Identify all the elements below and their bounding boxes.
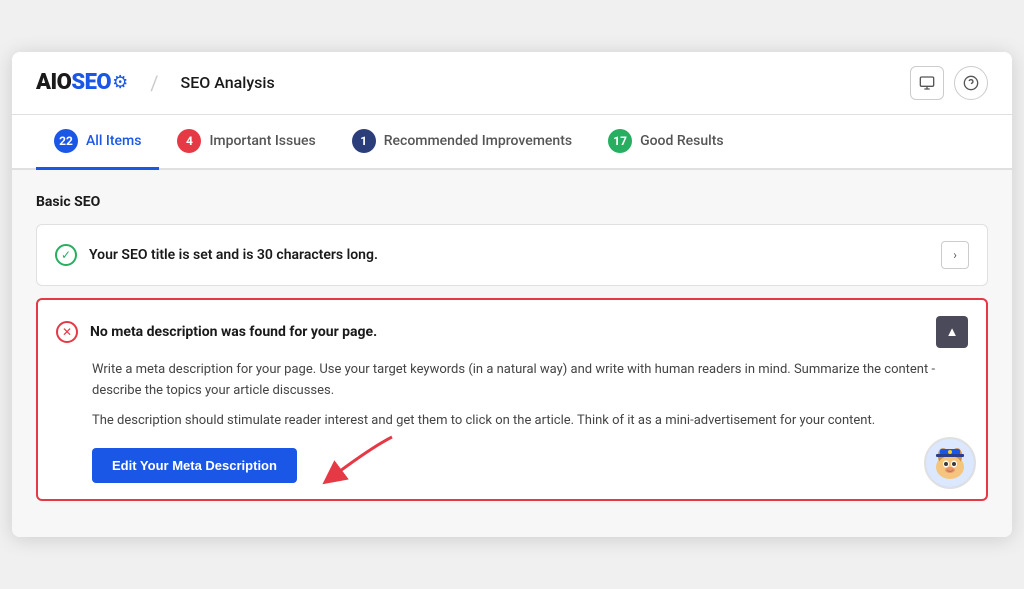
tab-good-results-badge: 17 <box>608 129 632 153</box>
tab-important-issues-badge: 4 <box>177 129 201 153</box>
edit-button-container: Edit Your Meta Description <box>92 442 297 483</box>
meta-desc-card-title-row: ✕ No meta description was found for your… <box>56 321 377 343</box>
meta-desc-card-body: Write a meta description for your page. … <box>56 360 968 483</box>
tab-all-items-label: All Items <box>86 133 141 149</box>
header-right <box>910 66 988 100</box>
tab-all-items-badge: 22 <box>54 129 78 153</box>
seo-title-text: Your SEO title is set and is 30 characte… <box>89 247 378 263</box>
meta-desc-title-text: No meta description was found for your p… <box>90 324 377 340</box>
logo-aio-text: AIO <box>36 70 71 95</box>
tab-important-issues[interactable]: 4 Important Issues <box>159 115 333 170</box>
logo: AIO SEO ⚙ <box>36 70 128 95</box>
meta-desc-collapse-button[interactable]: ▲ <box>936 316 968 348</box>
seo-title-card-left: ✓ Your SEO title is set and is 30 charac… <box>55 244 378 266</box>
meta-desc-card: ✕ No meta description was found for your… <box>36 298 988 501</box>
seo-title-card: ✓ Your SEO title is set and is 30 charac… <box>36 224 988 286</box>
meta-desc-card-header: ✕ No meta description was found for your… <box>56 316 968 348</box>
header-divider: / <box>150 71 158 95</box>
check-icon: ✓ <box>55 244 77 266</box>
avatar <box>924 437 976 489</box>
tab-important-issues-label: Important Issues <box>209 133 315 149</box>
tab-all-items[interactable]: 22 All Items <box>36 115 159 170</box>
seo-title-expand-button[interactable]: › <box>941 241 969 269</box>
page-title: SEO Analysis <box>181 73 275 92</box>
monitor-button[interactable] <box>910 66 944 100</box>
help-button[interactable] <box>954 66 988 100</box>
tab-bar: 22 All Items 4 Important Issues 1 Recomm… <box>12 115 1012 170</box>
monitor-icon <box>919 75 935 91</box>
header-left: AIO SEO ⚙ / SEO Analysis <box>36 70 275 95</box>
tab-good-results[interactable]: 17 Good Results <box>590 115 742 170</box>
avatar-image <box>926 439 974 487</box>
edit-meta-desc-button[interactable]: Edit Your Meta Description <box>92 448 297 483</box>
red-arrow-annotation <box>312 432 402 487</box>
section-title: Basic SEO <box>36 194 988 210</box>
tab-recommended-improvements-badge: 1 <box>352 129 376 153</box>
logo-seo-text: SEO <box>71 70 111 95</box>
error-icon: ✕ <box>56 321 78 343</box>
app-header: AIO SEO ⚙ / SEO Analysis <box>12 52 1012 115</box>
help-icon <box>963 75 979 91</box>
tab-recommended-improvements-label: Recommended Improvements <box>384 133 572 149</box>
logo-gear-icon: ⚙ <box>112 72 128 93</box>
meta-desc-body-2: The description should stimulate reader … <box>92 411 968 432</box>
tab-good-results-label: Good Results <box>640 133 724 149</box>
app-window: AIO SEO ⚙ / SEO Analysis 22 All Items <box>12 52 1012 537</box>
tab-recommended-improvements[interactable]: 1 Recommended Improvements <box>334 115 590 170</box>
content-area: Basic SEO ✓ Your SEO title is set and is… <box>12 170 1012 537</box>
meta-desc-body-1: Write a meta description for your page. … <box>92 360 968 402</box>
